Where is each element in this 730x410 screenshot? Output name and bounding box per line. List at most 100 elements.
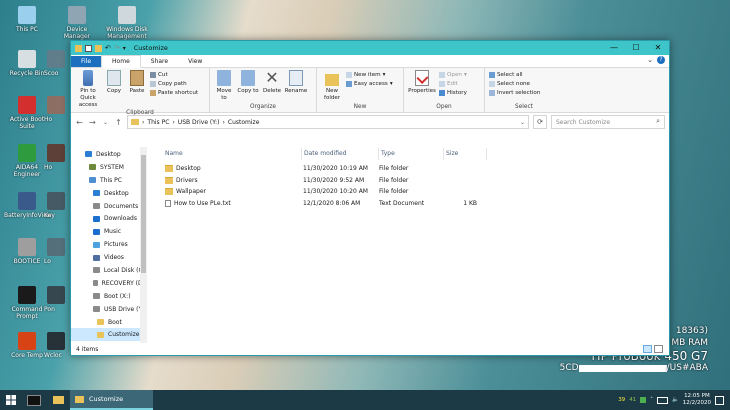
- tab-view[interactable]: View: [178, 56, 212, 67]
- column-name[interactable]: Name: [147, 148, 302, 160]
- nav-item-label: Documents: [104, 202, 139, 210]
- breadcrumb-usb-drive[interactable]: USB Drive (Y:): [178, 119, 220, 126]
- history-button[interactable]: History: [439, 89, 467, 97]
- tray-temp[interactable]: 39: [618, 397, 625, 403]
- tab-home[interactable]: Home: [101, 55, 141, 68]
- copy-path-button[interactable]: Copy path: [150, 80, 198, 88]
- tab-file[interactable]: File: [71, 56, 102, 67]
- cut-button[interactable]: Cut: [150, 71, 198, 79]
- invert-selection-button[interactable]: Invert selection: [489, 89, 540, 97]
- start-button[interactable]: [0, 390, 22, 410]
- properties-icon[interactable]: [85, 44, 92, 52]
- pin-quick-access-button[interactable]: Pin to Quick access: [75, 70, 101, 109]
- desktop-icon-label: Wcloc: [44, 352, 62, 359]
- close-button[interactable]: ✕: [647, 41, 669, 55]
- tray-cpu[interactable]: 41: [629, 397, 636, 403]
- minimize-button[interactable]: —: [603, 41, 625, 55]
- select-all-button[interactable]: Select all: [489, 71, 540, 79]
- large-icons-view-icon[interactable]: [654, 345, 663, 353]
- breadcrumb-this-pc[interactable]: This PC: [147, 119, 169, 126]
- copy-button[interactable]: Copy: [104, 70, 124, 109]
- taskbar-cmd-button[interactable]: [22, 390, 46, 410]
- nav-item[interactable]: Customize: [71, 328, 147, 342]
- nav-scrollbar[interactable]: [140, 147, 147, 343]
- terminal-icon: [27, 394, 41, 406]
- forward-button[interactable]: →: [88, 118, 97, 127]
- nav-item[interactable]: Desktop: [71, 187, 147, 200]
- battery-icon[interactable]: [656, 396, 668, 404]
- desktop-icon[interactable]: This PC: [4, 6, 50, 33]
- desktop-icon[interactable]: Wcloc: [44, 332, 68, 359]
- taskbar-explorer-button[interactable]: Customize: [70, 390, 153, 410]
- desktop-icon[interactable]: Ho: [44, 96, 68, 123]
- nav-item[interactable]: Documents: [71, 200, 147, 213]
- search-input[interactable]: Search Customize ⌕: [551, 115, 665, 129]
- file-row[interactable]: Drivers 11/30/2020 9:52 AM File folder: [147, 175, 669, 187]
- taskbar-folder-button[interactable]: [46, 390, 70, 410]
- tab-share[interactable]: Share: [141, 56, 178, 67]
- scrollbar-thumb[interactable]: [141, 155, 146, 273]
- easy-access-button[interactable]: Easy access ▾: [346, 80, 393, 88]
- chevron-down-icon[interactable]: ▾: [123, 45, 126, 52]
- redo-icon[interactable]: ↷: [114, 44, 120, 52]
- move-to-button[interactable]: Move to: [214, 70, 234, 103]
- title-bar[interactable]: ↶ ↷ ▾ Customize — ☐ ✕: [71, 41, 669, 55]
- tray-app-icon[interactable]: [640, 397, 647, 403]
- new-item-button[interactable]: New item ▾: [346, 71, 393, 79]
- paste-shortcut-button[interactable]: Paste shortcut: [150, 89, 198, 97]
- help-icon[interactable]: ?: [657, 56, 665, 64]
- file-row[interactable]: How to Use PLe.txt 12/1/2020 8:06 AM Text …: [147, 198, 669, 210]
- tray-chevron-icon[interactable]: ˄: [650, 397, 653, 403]
- chevron-down-icon[interactable]: ⌄: [647, 56, 653, 64]
- nav-item[interactable]: This PC: [71, 174, 147, 187]
- column-size[interactable]: Size: [444, 148, 487, 160]
- nav-item[interactable]: Downloads: [71, 212, 147, 225]
- delete-button[interactable]: ✕ Delete: [262, 70, 282, 103]
- desktop-icon[interactable]: Windows Disk Management: [104, 6, 150, 40]
- address-bar[interactable]: › This PC › USB Drive (Y:) › Customize ⌄: [127, 115, 529, 129]
- select-none-button[interactable]: Select none: [489, 80, 540, 88]
- desktop-icon[interactable]: Lo: [44, 238, 68, 265]
- clock[interactable]: 12:05 PM 12/2/2020: [683, 393, 711, 407]
- nav-item[interactable]: Boot: [71, 316, 147, 329]
- nav-item[interactable]: Desktop: [71, 148, 147, 161]
- nav-item[interactable]: RECOVERY (D:): [71, 277, 147, 290]
- recent-locations-button[interactable]: ⌄: [101, 119, 110, 126]
- properties-button[interactable]: Properties: [408, 70, 436, 103]
- column-type[interactable]: Type: [379, 148, 444, 160]
- nav-item[interactable]: Music: [71, 225, 147, 238]
- file-row[interactable]: Wallpaper 11/30/2020 10:20 AM File folder: [147, 186, 669, 198]
- nav-item[interactable]: USB Drive (Y:): [71, 303, 147, 316]
- undo-icon[interactable]: ↶: [105, 44, 111, 52]
- nav-item[interactable]: Boot (X:): [71, 290, 147, 303]
- file-row[interactable]: Desktop 11/30/2020 10:19 AM File folder: [147, 163, 669, 175]
- desktop-icon[interactable]: Scoo: [44, 50, 68, 77]
- new-folder-icon[interactable]: [95, 44, 102, 52]
- refresh-button[interactable]: ⟳: [533, 115, 547, 129]
- desktop-icon[interactable]: Key: [44, 192, 68, 219]
- open-button[interactable]: Open ▾: [439, 71, 467, 79]
- paste-button[interactable]: Paste: [127, 70, 147, 109]
- speaker-icon[interactable]: 🔈: [672, 397, 679, 403]
- up-button[interactable]: ↑: [114, 118, 123, 127]
- edit-button[interactable]: Edit: [439, 80, 467, 88]
- nav-item[interactable]: Pictures: [71, 238, 147, 251]
- column-date-modified[interactable]: Date modified: [302, 148, 379, 160]
- maximize-button[interactable]: ☐: [625, 41, 647, 55]
- desktop-icon[interactable]: Ho: [44, 144, 68, 171]
- nav-item[interactable]: Local Disk (C:): [71, 264, 147, 277]
- notifications-icon[interactable]: [715, 395, 724, 405]
- copy-to-button[interactable]: Copy to: [237, 70, 259, 103]
- desktop-icon[interactable]: Pon: [44, 286, 68, 313]
- details-view-icon[interactable]: [643, 345, 652, 353]
- nav-item[interactable]: SYSTEM: [71, 161, 147, 174]
- rename-button[interactable]: Rename: [285, 70, 307, 103]
- nav-item[interactable]: Videos: [71, 251, 147, 264]
- breadcrumb-customize[interactable]: Customize: [228, 119, 260, 126]
- app-icon: [68, 6, 86, 24]
- chevron-down-icon[interactable]: ⌄: [520, 119, 525, 126]
- new-folder-button[interactable]: New folder: [321, 70, 343, 103]
- desktop-icon[interactable]: Device Manager: [54, 6, 100, 40]
- redacted-bar: [578, 364, 667, 372]
- back-button[interactable]: ←: [75, 118, 84, 127]
